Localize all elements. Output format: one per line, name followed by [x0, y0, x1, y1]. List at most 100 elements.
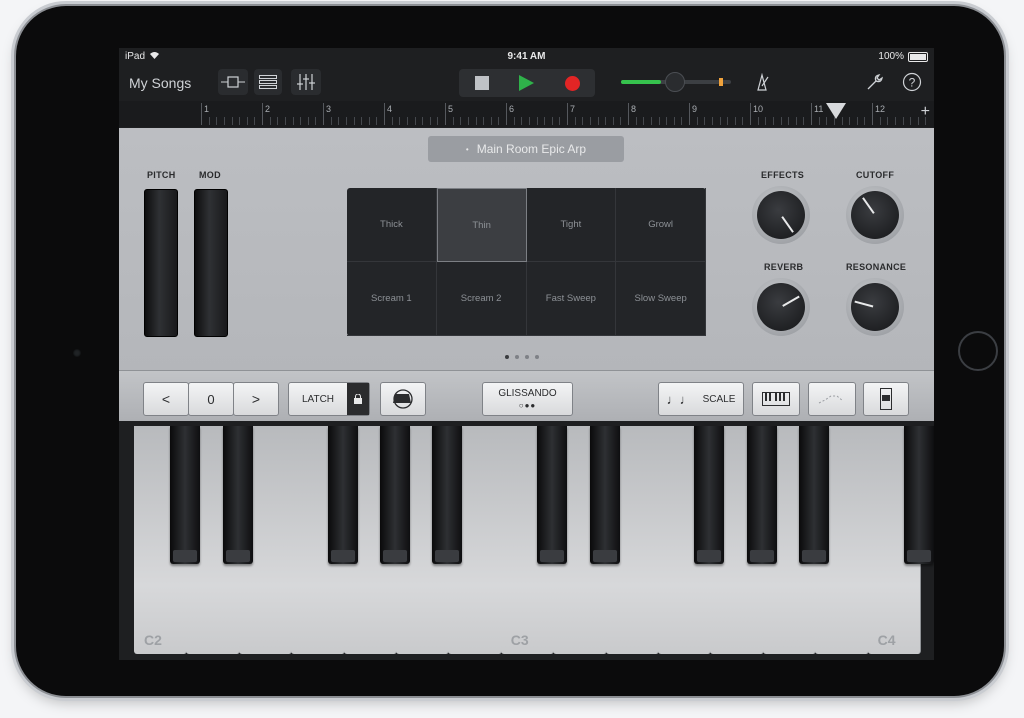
ruler-minor-tick — [468, 117, 469, 125]
latch-button[interactable]: LATCH — [288, 382, 370, 416]
keyboard-icon — [762, 392, 790, 406]
ruler-minor-tick — [392, 117, 393, 125]
ruler-minor-tick — [842, 117, 843, 125]
preset-selector[interactable]: • Main Room Epic Arp — [428, 136, 624, 162]
keyboard-control-bar: < 0 > LATCH GLISSANDO ○●● ♩♩ SCALE — [119, 370, 934, 421]
ruler-minor-tick — [590, 117, 591, 125]
ruler-minor-tick — [697, 117, 698, 125]
play-button[interactable] — [504, 69, 549, 97]
octave-down-button[interactable]: < — [143, 382, 189, 416]
ruler-minor-tick — [498, 117, 499, 125]
settings-button[interactable] — [862, 69, 888, 95]
ruler-major-tick — [872, 103, 873, 125]
battery-percent: 100% — [878, 51, 904, 62]
ruler-minor-tick — [720, 117, 721, 125]
black-key[interactable] — [223, 426, 253, 564]
scale-label: SCALE — [703, 394, 736, 405]
stop-button[interactable] — [459, 69, 504, 97]
black-key[interactable] — [328, 426, 358, 564]
cutoff-knob[interactable] — [846, 186, 904, 244]
instrument-browser-button[interactable] — [218, 69, 248, 95]
black-key[interactable] — [537, 426, 567, 564]
ruler-minor-tick — [613, 117, 614, 125]
ruler-minor-tick — [285, 117, 286, 125]
glissando-button[interactable]: GLISSANDO ○●● — [482, 382, 573, 416]
page-indicator[interactable] — [505, 355, 539, 359]
instrument-icon — [221, 76, 245, 88]
timeline-ruler[interactable]: + 123456789101112 — [119, 101, 934, 127]
ruler-minor-tick — [300, 117, 301, 125]
ruler-minor-tick — [712, 117, 713, 125]
ruler-minor-tick — [826, 117, 827, 125]
arpeggiator-button[interactable] — [380, 382, 426, 416]
ruler-minor-tick — [559, 117, 560, 125]
ruler-minor-tick — [537, 117, 538, 125]
ruler-minor-tick — [918, 117, 919, 125]
scale-button[interactable]: ♩♩ SCALE — [658, 382, 744, 416]
master-volume-slider[interactable] — [621, 80, 731, 84]
my-songs-button[interactable]: My Songs — [129, 75, 191, 91]
black-key[interactable] — [747, 426, 777, 564]
notes-icon: ♩♩ — [667, 392, 693, 407]
help-button[interactable]: ? — [899, 69, 925, 95]
pitch-wheel[interactable] — [144, 189, 178, 337]
toolbar: My Songs — [119, 66, 934, 100]
ruler-minor-tick — [704, 117, 705, 125]
octave-value: 0 — [188, 382, 234, 416]
volume-fill — [621, 80, 661, 84]
black-key[interactable] — [432, 426, 462, 564]
ruler-minor-tick — [415, 117, 416, 125]
ruler-minor-tick — [361, 117, 362, 125]
ruler-major-tick — [323, 103, 324, 125]
key-octave-label: C3 — [511, 632, 529, 648]
transform-pad-fast-sweep[interactable]: Fast Sweep — [527, 262, 617, 336]
ruler-minor-tick — [277, 117, 278, 125]
resonance-knob[interactable] — [846, 278, 904, 336]
playhead[interactable] — [826, 103, 846, 119]
page-dot — [525, 355, 529, 359]
transform-pad-scream-1[interactable]: Scream 1 — [347, 262, 437, 336]
ruler-minor-tick — [598, 117, 599, 125]
ruler-minor-tick — [605, 117, 606, 125]
home-button[interactable] — [958, 331, 998, 371]
transform-pad-growl[interactable]: Growl — [616, 188, 706, 262]
ruler-minor-tick — [430, 117, 431, 125]
tracks-view-button[interactable] — [254, 69, 282, 95]
ruler-minor-tick — [651, 117, 652, 125]
black-key[interactable] — [799, 426, 829, 564]
ruler-minor-tick — [407, 117, 408, 125]
transform-pad-scream-2[interactable]: Scream 2 — [437, 262, 527, 336]
ruler-minor-tick — [232, 117, 233, 125]
effects-knob[interactable] — [752, 186, 810, 244]
black-key[interactable] — [590, 426, 620, 564]
ruler-minor-tick — [796, 117, 797, 125]
mixer-button[interactable] — [291, 69, 321, 95]
reverb-knob[interactable] — [752, 278, 810, 336]
resonance-label: RESONANCE — [846, 262, 906, 272]
ruler-minor-tick — [247, 117, 248, 125]
ruler-minor-tick — [895, 117, 896, 125]
transform-pad-slow-sweep[interactable]: Slow Sweep — [616, 262, 706, 336]
transform-pad-thin[interactable]: Thin — [437, 188, 527, 262]
ruler-bar-number: 6 — [509, 104, 514, 114]
ruler-minor-tick — [346, 117, 347, 125]
ruler-bar-number: 4 — [387, 104, 392, 114]
metronome-button[interactable] — [747, 69, 777, 95]
keyboard-size-button[interactable] — [863, 382, 909, 416]
volume-handle[interactable] — [665, 72, 685, 92]
black-key[interactable] — [904, 426, 934, 564]
ruler-major-tick — [201, 103, 202, 125]
keyboard-layout-button[interactable] — [752, 382, 800, 416]
octave-up-button[interactable]: > — [233, 382, 279, 416]
transform-pad-thick[interactable]: Thick — [347, 188, 437, 262]
transform-pad-tight[interactable]: Tight — [527, 188, 617, 262]
ruler-bar-number: 11 — [814, 104, 823, 114]
status-bar: iPad 9:41 AM 100% — [119, 48, 934, 66]
black-key[interactable] — [694, 426, 724, 564]
black-key[interactable] — [170, 426, 200, 564]
record-button[interactable] — [550, 69, 595, 97]
black-key[interactable] — [380, 426, 410, 564]
arpeggio-display-button[interactable] — [808, 382, 856, 416]
ruler-minor-tick — [529, 117, 530, 125]
mod-wheel[interactable] — [194, 189, 228, 337]
